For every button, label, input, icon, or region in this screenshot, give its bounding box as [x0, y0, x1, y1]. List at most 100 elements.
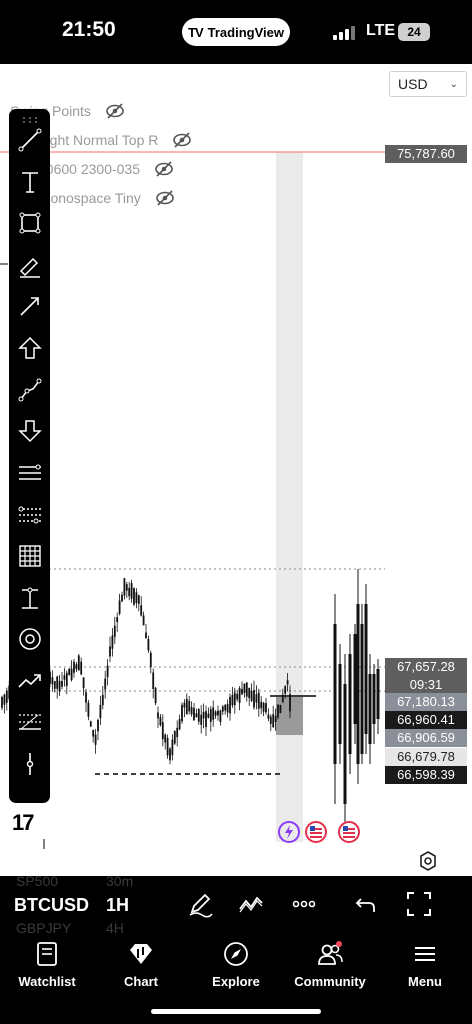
candle-body [101, 694, 104, 706]
candle-body [207, 713, 210, 718]
candle-body [195, 713, 198, 718]
arrow-up-icon[interactable] [16, 334, 44, 362]
arrow-icon[interactable] [16, 292, 44, 320]
price-tag: 66,906.59 [385, 729, 467, 747]
path-icon[interactable] [16, 376, 44, 404]
price-tag: 66,960.41 [385, 711, 467, 729]
hamburger-icon [415, 947, 435, 961]
candle-body [272, 714, 275, 728]
symbol-selector[interactable]: BTCUSD [14, 895, 89, 916]
timeframe-selector[interactable]: 1H [106, 895, 129, 916]
eye-hidden-icon[interactable] [154, 161, 174, 177]
candle-body [133, 588, 135, 605]
candle-body [190, 707, 193, 715]
arrow-down-icon[interactable] [16, 417, 44, 445]
eye-hidden-icon[interactable] [155, 190, 175, 206]
candle-body [224, 704, 227, 711]
candle-body [269, 716, 272, 724]
candle-body [5, 690, 8, 703]
candle-body [209, 709, 212, 722]
ghost-symbol: SP500 [16, 873, 59, 889]
tab-community[interactable]: Community [283, 940, 377, 989]
indicators-icon[interactable] [237, 890, 265, 918]
lightning-icon [278, 821, 300, 843]
candle-body [58, 680, 61, 692]
candle-body [99, 704, 102, 719]
candle-body [166, 737, 169, 756]
tab-label: Menu [408, 974, 442, 989]
drag-handle-icon[interactable] [21, 116, 39, 124]
trend-line-icon[interactable] [16, 126, 44, 154]
tradingview-watermark-icon: 17 [12, 810, 35, 835]
candle-body [142, 615, 145, 626]
candle-body [193, 707, 195, 721]
candle-body [267, 714, 270, 719]
tab-watchlist[interactable]: Watchlist [0, 940, 94, 989]
candle-body [221, 706, 224, 712]
tradingview-pill[interactable]: TV TradingView [182, 18, 290, 46]
tab-label: Community [294, 974, 366, 989]
price-tag: 66,679.78 [385, 748, 467, 766]
pen-icon[interactable] [186, 890, 214, 918]
candle-body [63, 675, 66, 680]
drawing-toolbar [9, 109, 50, 803]
cycle-icon[interactable] [16, 625, 44, 653]
more-icon[interactable] [290, 890, 318, 918]
gann-grid-icon[interactable] [16, 542, 44, 570]
candle-body [183, 702, 186, 708]
candle-body [250, 691, 253, 702]
countdown-tag: 09:31 [385, 676, 467, 694]
text-icon[interactable] [16, 168, 44, 196]
candle-body [289, 694, 291, 712]
anchor-icon[interactable] [16, 750, 44, 778]
candle-body [178, 719, 181, 730]
candle-body [157, 712, 159, 719]
currency-select[interactable]: USD ⌄ [389, 71, 467, 97]
candle-body [286, 680, 289, 685]
candle-body [53, 681, 56, 689]
horizontal-lines-icon[interactable] [16, 459, 44, 487]
tab-menu[interactable]: Menu [378, 940, 472, 989]
candle-body [343, 684, 347, 804]
eye-hidden-icon[interactable] [105, 103, 125, 119]
candle-body [118, 600, 121, 614]
fib-retracement-icon[interactable] [16, 708, 44, 736]
forecast-icon[interactable] [16, 667, 44, 695]
price-tag: 67,180.13 [385, 693, 467, 711]
candle-body [356, 604, 360, 764]
candle-body [279, 704, 282, 714]
pitchfork-icon[interactable] [16, 500, 44, 528]
eye-hidden-icon[interactable] [172, 132, 192, 148]
candle-body [147, 638, 150, 651]
tab-explore[interactable]: Explore [189, 940, 283, 989]
symbol-bar: SP500 30m BTCUSD 1H GBPJPY 4H [0, 873, 472, 936]
candle-body [77, 655, 80, 671]
candle-body [243, 683, 246, 694]
battery-icon: 24 [398, 23, 430, 41]
candle-body [149, 652, 152, 668]
settings-gear-icon[interactable] [418, 851, 438, 871]
long-position-icon[interactable] [16, 584, 44, 612]
tab-chart[interactable]: Chart [94, 940, 188, 989]
candle-body [238, 688, 241, 704]
brush-icon[interactable] [16, 251, 44, 279]
event-icons[interactable] [276, 819, 366, 845]
candle-body [200, 714, 203, 725]
price-tag: 75,787.60 [385, 145, 467, 163]
us-flag-icon [338, 821, 360, 843]
price-tag: 66,598.39 [385, 766, 467, 784]
undo-icon[interactable] [352, 890, 380, 918]
candle-body [97, 719, 99, 732]
ghost-timeframe: 30m [106, 873, 134, 889]
status-bar: 21:50 TV TradingView LTE 24 [0, 0, 472, 64]
candle-body [92, 729, 95, 737]
candle-body [197, 709, 200, 722]
candle-body [360, 624, 364, 754]
home-indicator[interactable] [151, 1009, 321, 1014]
candle-body [265, 703, 267, 713]
candle-body [164, 734, 167, 743]
rectangle-icon[interactable] [16, 209, 44, 237]
fullscreen-icon[interactable] [405, 890, 433, 918]
candle-body [233, 692, 236, 706]
chart-area[interactable]: USD ⌄ Swing Points Top Right Normal Top … [0, 64, 472, 876]
